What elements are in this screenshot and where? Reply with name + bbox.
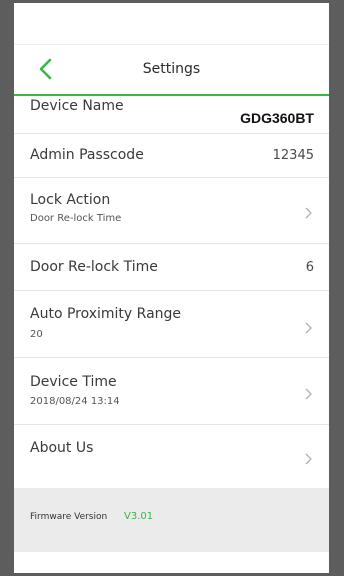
firmware-label: Firmware Version <box>30 512 108 522</box>
setting-subtitle: 20 <box>30 329 43 340</box>
page-title: Settings <box>142 61 201 77</box>
setting-value: 6 <box>305 260 314 275</box>
setting-subtitle: Door Re-lock Time <box>30 213 122 224</box>
setting-row-device-name[interactable]: Device Name GDG360BT <box>14 96 329 134</box>
setting-row-device-time[interactable]: Device Time 2018/08/24 13:14 <box>14 358 329 425</box>
setting-row-about-us[interactable]: About Us <box>14 425 329 488</box>
setting-label: Door Re-lock Time <box>30 259 158 275</box>
setting-subtitle: 2018/08/24 13:14 <box>30 396 120 407</box>
status-bar <box>14 3 329 45</box>
setting-row-lock-action[interactable]: Lock Action Door Re-lock Time <box>14 178 329 244</box>
setting-label: Lock Action <box>30 192 111 208</box>
phone-screen: Settings Device Name GDG360BT Admin Pass… <box>14 3 329 573</box>
chevron-right-icon <box>305 388 312 400</box>
setting-label: Device Time <box>30 374 117 390</box>
setting-label: Auto Proximity Range <box>30 306 182 322</box>
firmware-footer: Firmware Version V3.01 <box>14 488 329 552</box>
setting-label: About Us <box>30 440 94 456</box>
setting-row-door-relock-time[interactable]: Door Re-lock Time 6 <box>14 244 329 291</box>
chevron-right-icon <box>305 322 312 334</box>
chevron-right-icon <box>305 207 312 219</box>
setting-label: Admin Passcode <box>30 147 144 163</box>
chevron-right-icon <box>305 453 312 465</box>
setting-value: GDG360BT <box>240 110 314 126</box>
setting-row-admin-passcode[interactable]: Admin Passcode 12345 <box>14 134 329 178</box>
setting-label: Device Name <box>30 98 124 114</box>
firmware-version: V3.01 <box>124 511 154 522</box>
nav-header: Settings <box>14 45 329 96</box>
setting-value: 12345 <box>272 148 314 163</box>
setting-row-auto-proximity-range[interactable]: Auto Proximity Range 20 <box>14 291 329 358</box>
